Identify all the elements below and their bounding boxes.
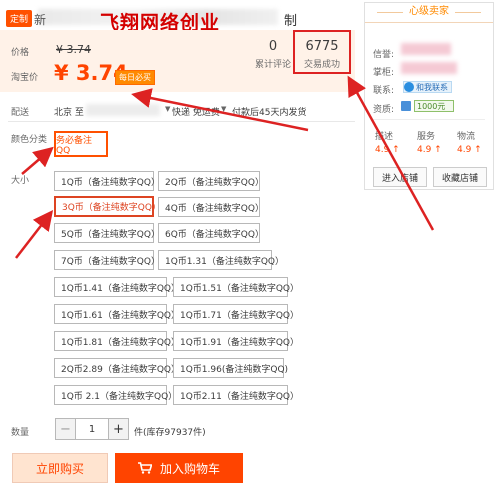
divider [373,119,485,120]
contact-button[interactable]: 和我联系 [403,81,452,93]
add-to-cart-button[interactable]: 加入购物车 [115,453,243,483]
contact-label: 联系: [373,86,395,96]
size-label: 大小 [11,176,30,186]
badge-icon [401,101,411,111]
sku-option[interactable]: 1Q币1.96(备注纯数字QQ) [173,358,288,378]
plus-button[interactable]: + [109,419,128,439]
sku-option[interactable]: 1Q币 2.1（备注纯数字QQ） [54,385,177,405]
color-label: 颜色分类 [11,135,48,145]
blurred-credit [401,43,451,55]
enter-shop-button[interactable]: 进入店铺 [373,167,427,187]
sku-option[interactable]: 1Q币2.11（备注纯数字QQ） [173,385,299,405]
score-logistics: 物流 4.9 ↑ [457,129,482,155]
chevron-down-icon[interactable]: ▼ [165,105,170,113]
taobao-price-label: 淘宝价 [11,73,39,83]
quantity-stepper: − 1 + [55,418,129,440]
annotation-box [293,30,351,74]
sku-option[interactable]: 2Q币（备注纯数字QQ） [158,171,264,191]
title-suffix: 制 [284,14,298,29]
shipping-destination[interactable]: 北京 至 [54,105,84,118]
chat-icon [404,82,414,92]
favorite-shop-button[interactable]: 收藏店铺 [433,167,487,187]
blurred-location [86,104,160,116]
cert-label: 资质: [373,105,395,115]
title-prefix: 新 [34,13,47,27]
sku-option[interactable]: 1Q币1.71（备注纯数字QQ） [173,304,299,324]
original-price: ¥ 3.74 [56,43,91,56]
credit-label: 信誉: [373,50,395,60]
chevron-down-icon[interactable]: ▼ [221,105,226,113]
shop-panel: 心级卖家 信誉: 掌柜: 联系: 和我联系 资质: 1000元 描述 4.9 ↑… [364,2,494,190]
score-value: 4.9 ↑ [417,145,442,155]
reviews-count: 0 [268,39,278,54]
custom-tag: 定制 [6,10,33,27]
quantity-label: 数量 [11,428,30,438]
add-to-cart-label: 加入购物车 [159,461,220,476]
buy-now-button[interactable]: 立即购买 [12,453,108,483]
reviews-stat[interactable]: 0 累计评论 [253,39,293,70]
deposit-badge: 1000元 [414,100,454,112]
cart-icon [137,462,152,474]
arrow-to-color [21,146,54,175]
contact-button-label: 和我联系 [416,82,448,92]
sku-option-selected[interactable]: 3Q币（备注纯数字QQ） [54,196,161,217]
sku-option[interactable]: 1Q币1.61（备注纯数字QQ） [54,304,180,324]
sku-option[interactable]: 1Q币（备注纯数字QQ） [54,171,160,191]
score-label: 服务 [417,132,436,142]
express-fee: 快递 免运费 [172,108,220,118]
sku-option[interactable]: 1Q币1.81（备注纯数字QQ） [54,331,180,351]
score-label: 描述 [375,132,394,142]
sku-option[interactable]: 6Q币（备注纯数字QQ） [158,223,264,243]
delivery-promise: 付款后45天内发货 [232,108,307,118]
shipping-label: 配送 [11,108,30,118]
score-label: 物流 [457,132,476,142]
sku-option[interactable]: 1Q币1.51（备注纯数字QQ） [173,277,299,297]
blurred-owner[interactable] [401,62,457,74]
stock-info: 件(库存97937件) [134,428,206,438]
divider [8,121,355,122]
sku-option[interactable]: 1Q币1.31（备注纯数字QQ） [158,250,284,270]
price-label: 价格 [11,48,30,58]
sku-option[interactable]: 4Q币（备注纯数字QQ） [158,197,264,217]
score-service: 服务 4.9 ↑ [417,129,442,155]
score-value: 4.9 ↑ [375,145,400,155]
color-option[interactable]: 务必备注QQ [54,131,108,157]
sku-option[interactable]: 5Q币（备注纯数字QQ） [54,223,160,243]
score-value: 4.9 ↑ [457,145,482,155]
sku-option[interactable]: 1Q币1.91（备注纯数字QQ） [173,331,299,351]
shipping-row: 配送 北京 至 ▼ 快递 免运费 ▼ 付款后45天内发货 [0,101,360,121]
quantity-input[interactable]: 1 [75,419,109,439]
owner-label: 掌柜: [373,68,395,78]
score-description: 描述 4.9 ↑ [375,129,400,155]
sku-option[interactable]: 1Q币1.41（备注纯数字QQ） [54,277,180,297]
arrow-to-sku [15,210,54,259]
daily-buy-badge: 每日必买 [115,70,155,85]
shop-heading: 心级卖家 [365,3,493,23]
sku-option[interactable]: 7Q币（备注纯数字QQ） [54,250,160,270]
reviews-label: 累计评论 [254,60,291,70]
sku-option[interactable]: 2Q币2.89（备注纯数字QQ） [54,358,180,378]
minus-button[interactable]: − [56,419,75,439]
